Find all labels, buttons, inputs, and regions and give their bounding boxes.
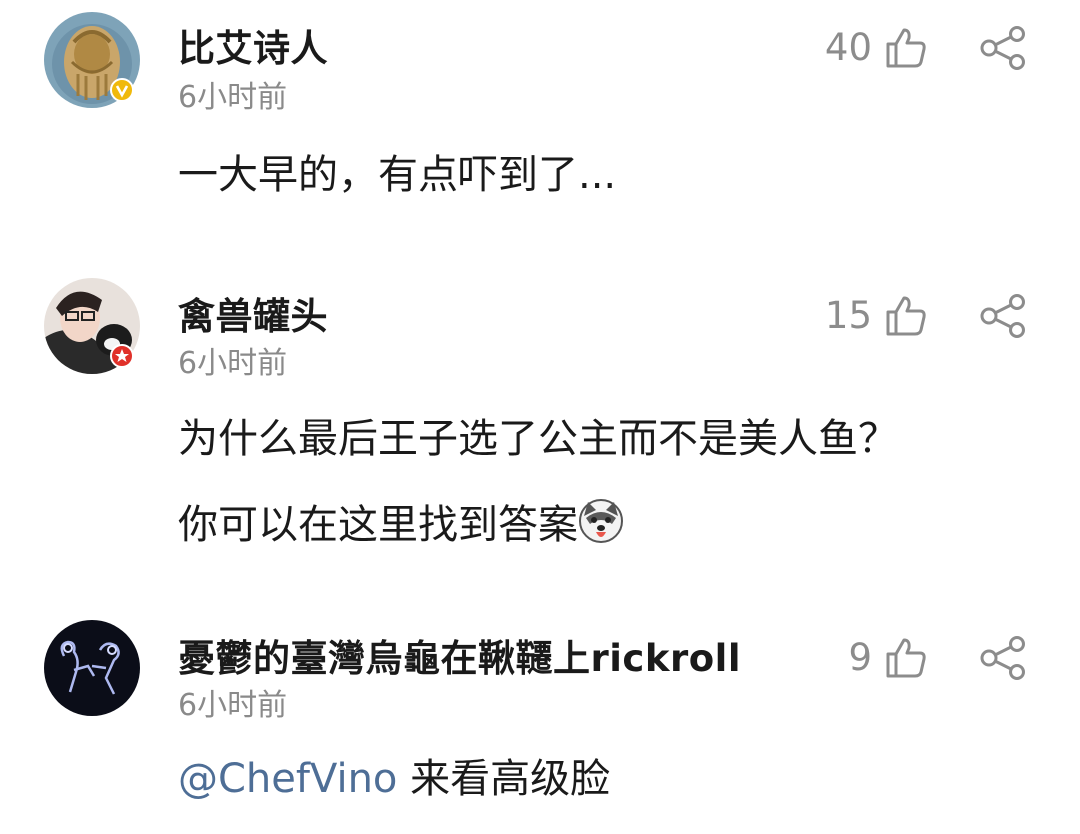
verified-badge-icon	[110, 78, 134, 102]
comment-text: @ChefVino 来看高级脸	[178, 736, 610, 822]
star-badge-icon	[110, 344, 134, 368]
like-count[interactable]: 15	[792, 294, 872, 337]
like-count[interactable]: 9	[792, 636, 872, 679]
share-icon[interactable]	[979, 294, 1027, 338]
husky-dog-emoji-icon	[579, 499, 623, 543]
comment-line: 来看高级脸	[397, 756, 611, 802]
comment-line-with-emoji: 你可以在这里找到答案	[178, 482, 898, 568]
avatar-image	[44, 620, 140, 716]
avatar[interactable]	[44, 12, 140, 108]
share-icon[interactable]	[979, 26, 1027, 70]
mention-link[interactable]: @ChefVino	[178, 756, 397, 802]
like-count[interactable]: 40	[792, 26, 872, 69]
timestamp: 6小时前	[178, 346, 288, 381]
thumbs-up-icon[interactable]	[884, 636, 928, 680]
thumbs-up-icon[interactable]	[884, 294, 928, 338]
share-icon[interactable]	[979, 636, 1027, 680]
username[interactable]: 比艾诗人	[178, 18, 328, 72]
avatar[interactable]	[44, 278, 140, 374]
comment-text: 为什么最后王子选了公主而不是美人鱼？ 你可以在这里找到答案	[178, 396, 898, 568]
avatar[interactable]	[44, 620, 140, 716]
comment-line: 为什么最后王子选了公主而不是美人鱼？	[178, 416, 898, 462]
timestamp: 6小时前	[178, 80, 288, 115]
comment-line: 你可以在这里找到答案	[178, 502, 578, 548]
comment-text: 一大早的，有点吓到了...	[178, 132, 616, 218]
thumbs-up-icon[interactable]	[884, 26, 928, 70]
username[interactable]: 禽兽罐头	[178, 286, 328, 340]
username[interactable]: 憂鬱的臺灣烏龜在鞦韆上rickroll	[178, 628, 741, 682]
comment-line: 一大早的，有点吓到了...	[178, 152, 617, 198]
timestamp: 6小时前	[178, 688, 288, 723]
